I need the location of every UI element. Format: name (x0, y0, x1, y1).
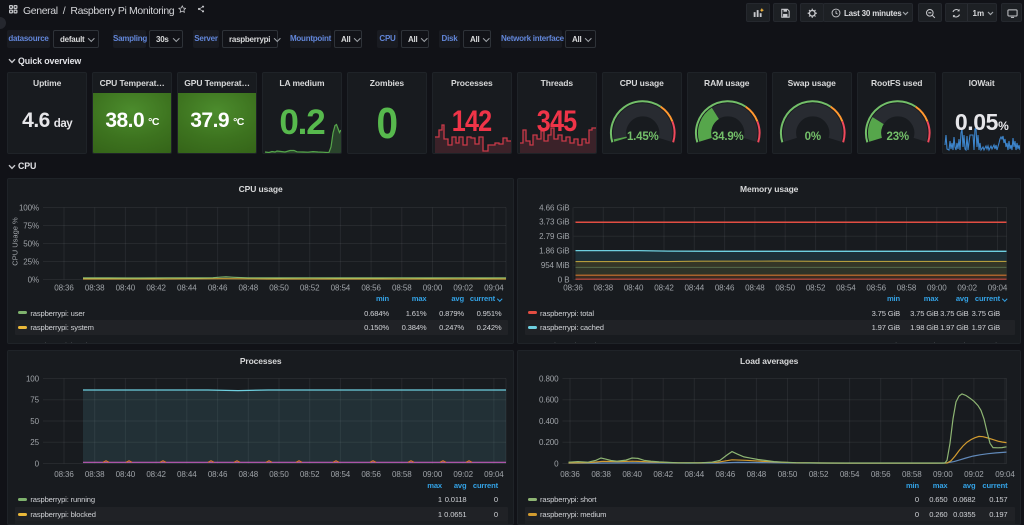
svg-text:100: 100 (26, 374, 40, 383)
svg-text:08:50: 08:50 (775, 284, 795, 293)
svg-text:08:36: 08:36 (55, 284, 75, 293)
svg-text:08:52: 08:52 (809, 470, 829, 479)
svg-text:08:56: 08:56 (871, 470, 891, 479)
svg-text:08:46: 08:46 (716, 470, 736, 479)
svg-text:08:56: 08:56 (866, 284, 886, 293)
svg-text:0.200: 0.200 (539, 438, 559, 447)
svg-text:2.79 GiB: 2.79 GiB (539, 232, 569, 241)
svg-text:25: 25 (31, 438, 40, 447)
svg-text:08:54: 08:54 (331, 284, 351, 293)
svg-text:08:44: 08:44 (685, 284, 705, 293)
svg-text:75: 75 (31, 395, 40, 404)
svg-text:08:42: 08:42 (654, 284, 674, 293)
svg-text:0.400: 0.400 (539, 416, 559, 425)
svg-text:08:56: 08:56 (362, 284, 382, 293)
svg-text:08:38: 08:38 (594, 284, 614, 293)
svg-text:08:58: 08:58 (897, 284, 917, 293)
svg-text:08:56: 08:56 (362, 470, 382, 479)
svg-text:50: 50 (31, 416, 40, 425)
svg-text:09:00: 09:00 (933, 470, 953, 479)
svg-text:08:42: 08:42 (147, 470, 167, 479)
svg-text:08:54: 08:54 (331, 470, 351, 479)
svg-text:08:50: 08:50 (270, 284, 290, 293)
svg-text:08:36: 08:36 (563, 284, 583, 293)
svg-text:09:04: 09:04 (485, 470, 505, 479)
svg-text:08:54: 08:54 (840, 470, 860, 479)
svg-text:0: 0 (35, 459, 40, 468)
svg-text:08:44: 08:44 (685, 470, 705, 479)
svg-text:08:44: 08:44 (177, 284, 197, 293)
svg-text:09:02: 09:02 (454, 470, 474, 479)
svg-text:4.66 GiB: 4.66 GiB (539, 203, 569, 212)
svg-text:08:48: 08:48 (239, 284, 259, 293)
svg-text:08:36: 08:36 (560, 470, 580, 479)
svg-text:08:58: 08:58 (392, 470, 412, 479)
svg-text:08:40: 08:40 (116, 284, 136, 293)
svg-text:0.800: 0.800 (539, 374, 559, 383)
svg-text:08:48: 08:48 (745, 284, 765, 293)
svg-text:08:40: 08:40 (116, 470, 136, 479)
svg-text:08:42: 08:42 (653, 470, 673, 479)
svg-text:50%: 50% (24, 239, 40, 248)
svg-text:08:38: 08:38 (85, 284, 105, 293)
svg-text:09:00: 09:00 (423, 284, 443, 293)
svg-text:0: 0 (554, 459, 559, 468)
svg-text:08:46: 08:46 (208, 470, 228, 479)
svg-text:08:50: 08:50 (778, 470, 798, 479)
svg-text:08:46: 08:46 (715, 284, 735, 293)
svg-text:08:58: 08:58 (902, 470, 922, 479)
svg-text:34.9%: 34.9% (712, 131, 744, 143)
svg-text:08:48: 08:48 (239, 470, 259, 479)
svg-text:09:02: 09:02 (964, 470, 984, 479)
svg-text:09:04: 09:04 (988, 284, 1008, 293)
svg-text:23%: 23% (886, 131, 908, 143)
svg-text:1.45%: 1.45% (627, 131, 659, 143)
svg-text:08:38: 08:38 (591, 470, 611, 479)
svg-text:75%: 75% (24, 221, 40, 230)
svg-text:08:48: 08:48 (747, 470, 767, 479)
svg-text:08:36: 08:36 (55, 470, 75, 479)
svg-text:100%: 100% (19, 203, 39, 212)
svg-text:09:04: 09:04 (485, 284, 505, 293)
svg-text:954 MiB: 954 MiB (541, 261, 570, 270)
svg-text:08:52: 08:52 (300, 470, 320, 479)
svg-text:08:40: 08:40 (624, 284, 644, 293)
svg-text:3.73 GiB: 3.73 GiB (539, 218, 569, 227)
svg-text:09:02: 09:02 (957, 284, 977, 293)
svg-text:09:00: 09:00 (423, 470, 443, 479)
svg-text:0.600: 0.600 (539, 395, 559, 404)
svg-text:08:46: 08:46 (208, 284, 228, 293)
svg-text:08:52: 08:52 (300, 284, 320, 293)
svg-text:08:58: 08:58 (392, 284, 412, 293)
svg-text:25%: 25% (24, 257, 40, 266)
svg-text:0%: 0% (28, 275, 39, 284)
svg-text:0%: 0% (805, 131, 821, 143)
svg-text:08:40: 08:40 (622, 470, 642, 479)
svg-text:08:52: 08:52 (806, 284, 826, 293)
svg-text:09:02: 09:02 (454, 284, 474, 293)
svg-text:08:42: 08:42 (147, 284, 167, 293)
svg-text:08:38: 08:38 (85, 470, 105, 479)
svg-text:09:00: 09:00 (927, 284, 947, 293)
svg-text:09:04: 09:04 (995, 470, 1015, 479)
svg-text:1.86 GiB: 1.86 GiB (539, 247, 569, 256)
svg-text:08:44: 08:44 (177, 470, 197, 479)
svg-text:08:54: 08:54 (836, 284, 856, 293)
svg-text:08:50: 08:50 (270, 470, 290, 479)
